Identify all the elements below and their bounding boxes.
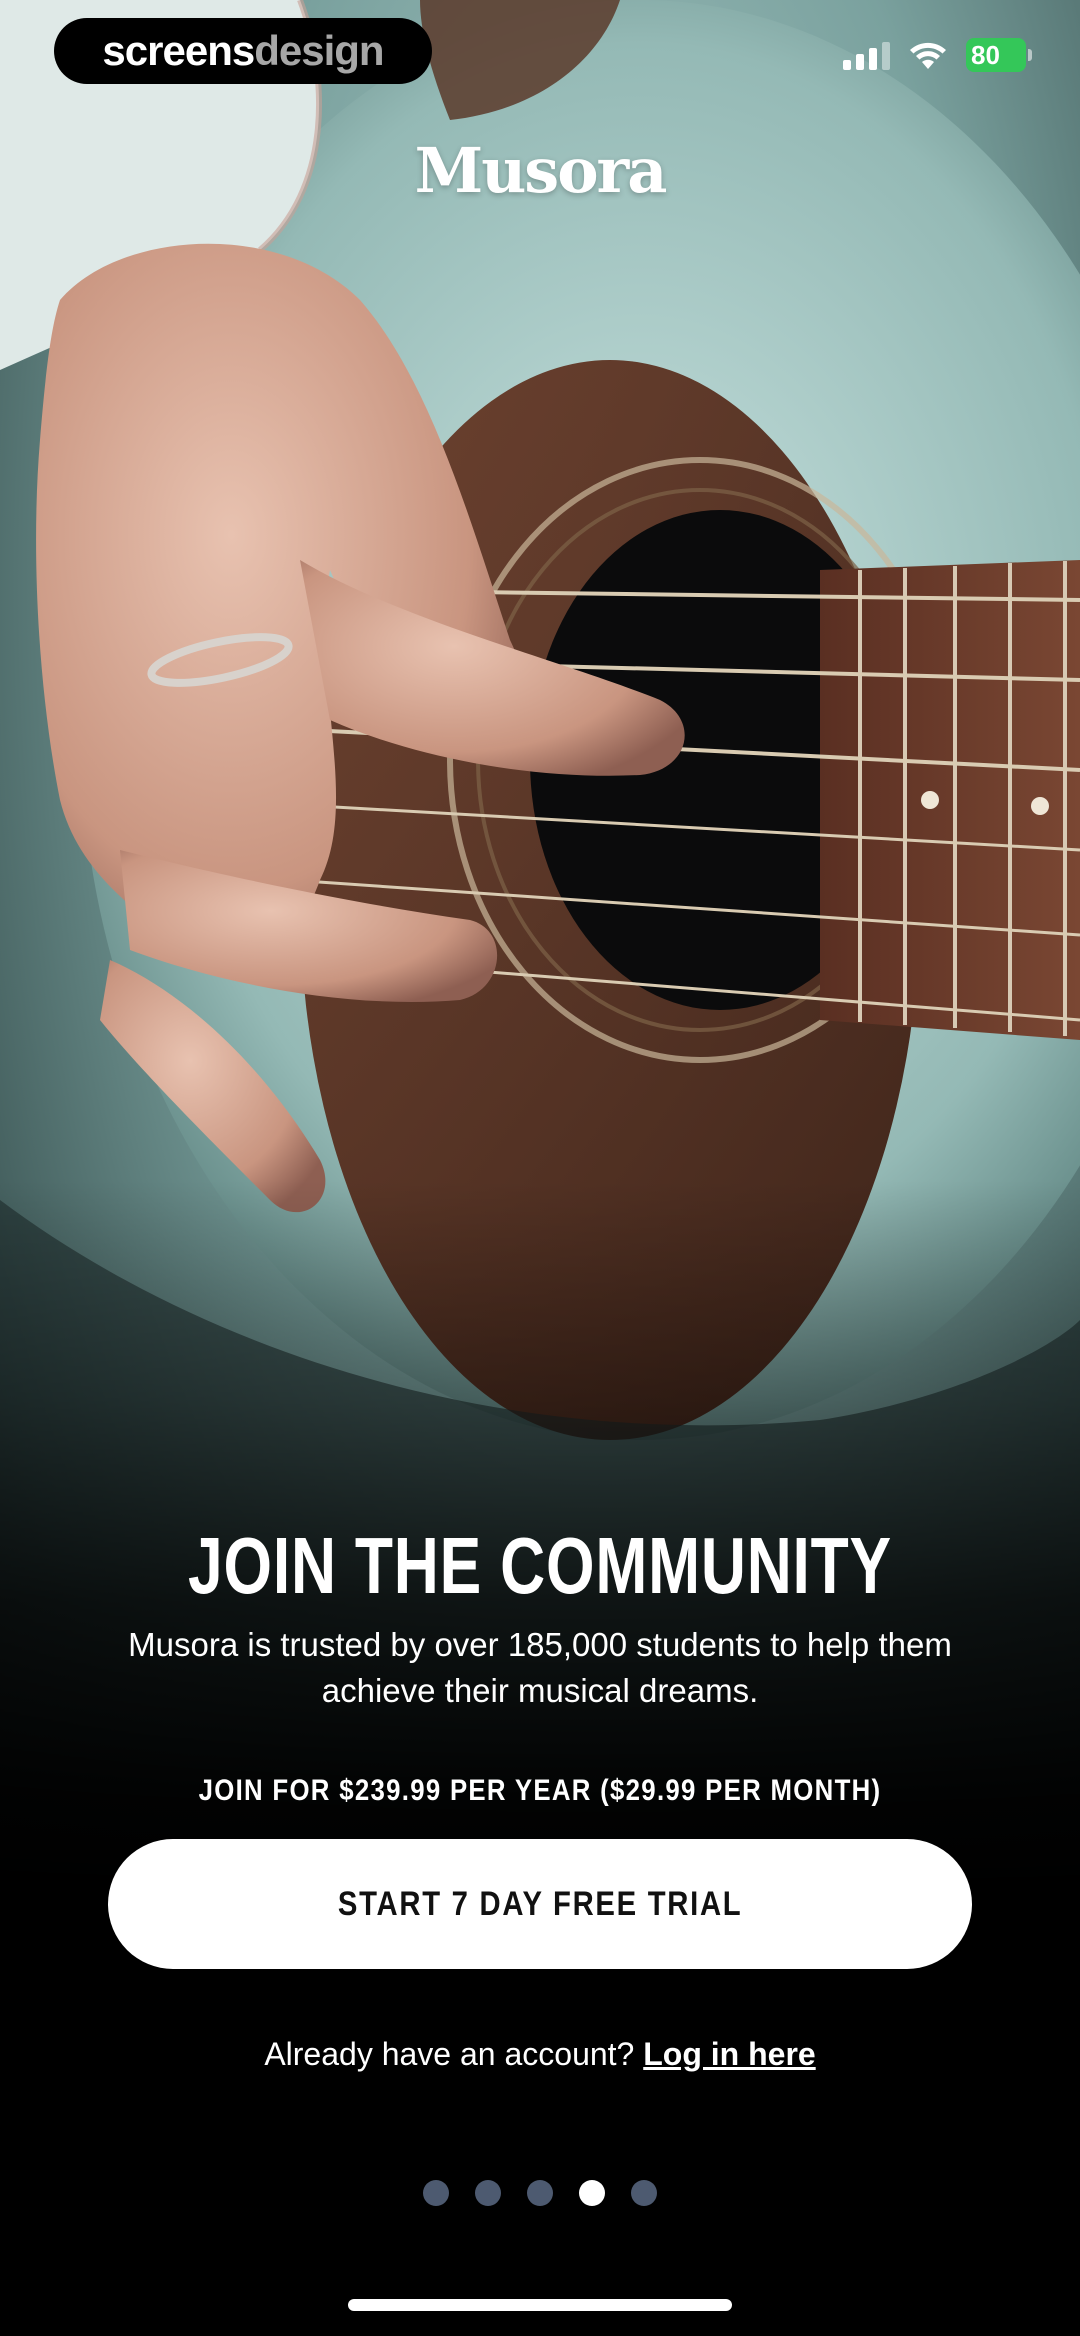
- home-indicator: [348, 2299, 732, 2311]
- pagination-dots: [0, 2180, 1080, 2206]
- page-dot-3[interactable]: [527, 2180, 553, 2206]
- start-free-trial-label: START 7 DAY FREE TRIAL: [337, 1884, 743, 1923]
- hero-photo: [0, 0, 1080, 2336]
- page-dot-5[interactable]: [631, 2180, 657, 2206]
- pricing-text: JOIN FOR $239.99 PER YEAR ($29.99 PER MO…: [198, 1774, 882, 1807]
- login-prompt-row: Already have an account? Log in here: [0, 2036, 1080, 2073]
- status-icons: 80: [843, 38, 1032, 72]
- page-dot-1[interactable]: [423, 2180, 449, 2206]
- start-free-trial-button[interactable]: START 7 DAY FREE TRIAL: [108, 1839, 972, 1969]
- watermark-part-1: screens: [102, 27, 255, 74]
- login-link[interactable]: Log in here: [643, 2036, 815, 2072]
- signal-bars-icon: [843, 40, 890, 70]
- battery-level: 80: [971, 39, 1000, 70]
- watermark-part-2: design: [254, 27, 384, 74]
- onboarding-screen: screens design 80 Musora JOIN THE COMMUNI…: [0, 0, 1080, 2336]
- page-dot-4[interactable]: [579, 2180, 605, 2206]
- wifi-icon: [910, 42, 946, 69]
- page-subtitle: Musora is trusted by over 185,000 studen…: [128, 1626, 952, 1709]
- musora-logo: Musora: [414, 134, 668, 207]
- battery-icon: 80: [966, 38, 1032, 72]
- page-dot-2[interactable]: [475, 2180, 501, 2206]
- page-title: JOIN THE COMMUNITY: [188, 1521, 892, 1610]
- screensdesign-watermark: screens design: [54, 18, 432, 84]
- login-prompt-text: Already have an account?: [264, 2036, 635, 2072]
